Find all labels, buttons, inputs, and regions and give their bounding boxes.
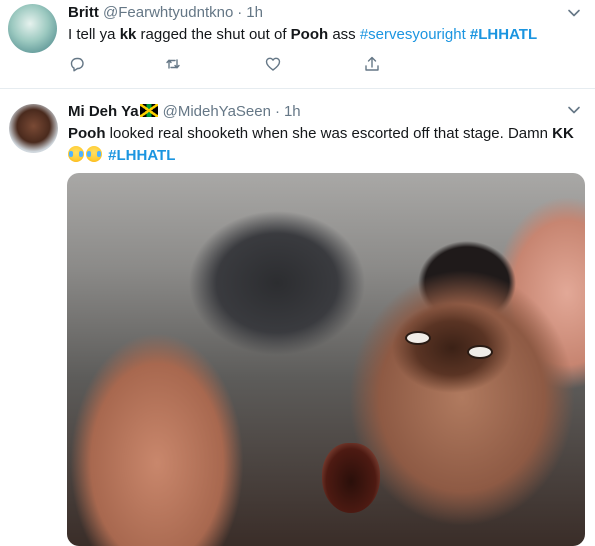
handle[interactable]: @MidehYaSeen	[163, 103, 271, 120]
text-bold: Pooh	[68, 125, 106, 142]
tweet-text: I tell ya kk ragged the shut out of Pooh…	[68, 25, 537, 45]
display-name[interactable]: Britt	[68, 4, 99, 21]
chevron-down-icon[interactable]	[567, 103, 581, 117]
tweet-britt[interactable]: Britt @Fearwhtyudntkno · 1h I tell ya kk r…	[0, 0, 595, 88]
text-span: ass	[328, 26, 360, 43]
reply-icon[interactable]	[68, 55, 88, 75]
timestamp[interactable]: 1h	[284, 103, 301, 120]
face-eye	[405, 331, 431, 345]
timestamp[interactable]: 1h	[246, 4, 263, 21]
tweet-midehyaseen[interactable]: Mi Deh Ya @MidehYaSeen · 1h Pooh looked rea…	[0, 89, 595, 546]
face-mouth	[322, 443, 380, 513]
display-name[interactable]: Mi Deh Ya	[68, 103, 139, 120]
tweet-actions	[68, 55, 398, 75]
avatar[interactable]	[8, 4, 57, 53]
separator: ·	[274, 103, 280, 120]
handle[interactable]: @Fearwhtyudntkno	[103, 4, 233, 21]
separator: ·	[237, 4, 243, 21]
text-bold: KK	[552, 125, 574, 142]
text-bold: Pooh	[290, 26, 329, 43]
text-span: looked real shooketh when she was escort…	[105, 125, 553, 142]
hashtag-link[interactable]: #LHHATL	[470, 26, 537, 43]
tears-of-joy-icon	[68, 146, 84, 162]
hashtag-link[interactable]: #servesyouright	[360, 26, 466, 43]
jamaica-flag-icon	[139, 104, 158, 117]
tweet-text-line: Pooh looked real shooketh when she was e…	[68, 124, 574, 144]
tears-of-joy-icon	[86, 146, 102, 162]
avatar[interactable]	[9, 104, 58, 153]
hashtag-link[interactable]: #LHHATL	[108, 147, 175, 164]
tweet-text-line: #LHHATL	[68, 146, 175, 166]
tweet-header: Britt @Fearwhtyudntkno · 1h	[68, 3, 263, 23]
gif-media[interactable]	[67, 173, 585, 546]
share-icon[interactable]	[363, 55, 383, 75]
text-bold: kk	[119, 26, 137, 43]
text-span: ragged the shut out of	[136, 26, 291, 43]
face-eye	[467, 345, 493, 359]
text-span: I tell ya	[68, 26, 120, 43]
like-icon[interactable]	[264, 55, 284, 75]
retweet-icon[interactable]	[164, 55, 184, 75]
chevron-down-icon[interactable]	[567, 6, 581, 20]
tweet-header: Mi Deh Ya @MidehYaSeen · 1h	[68, 102, 301, 122]
